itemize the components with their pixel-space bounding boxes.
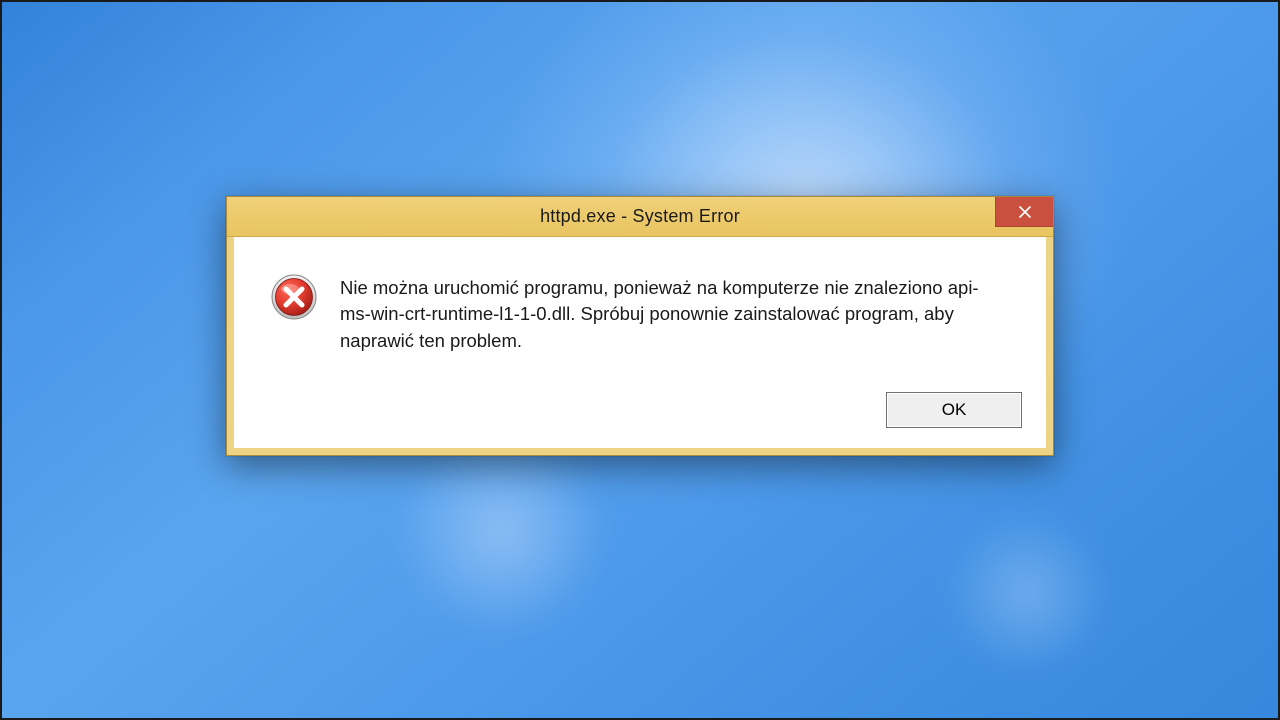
close-button[interactable] [995, 197, 1053, 227]
error-message: Nie można uruchomić programu, ponieważ n… [340, 271, 980, 354]
close-icon [1019, 206, 1031, 218]
ok-button[interactable]: OK [886, 392, 1022, 428]
error-dialog: httpd.exe - System Error [226, 196, 1054, 456]
dialog-titlebar[interactable]: httpd.exe - System Error [227, 197, 1053, 237]
dialog-footer: OK [227, 378, 1053, 455]
error-icon [270, 273, 318, 321]
dialog-body: Nie można uruchomić programu, ponieważ n… [227, 237, 1053, 378]
dialog-title: httpd.exe - System Error [227, 206, 1053, 227]
